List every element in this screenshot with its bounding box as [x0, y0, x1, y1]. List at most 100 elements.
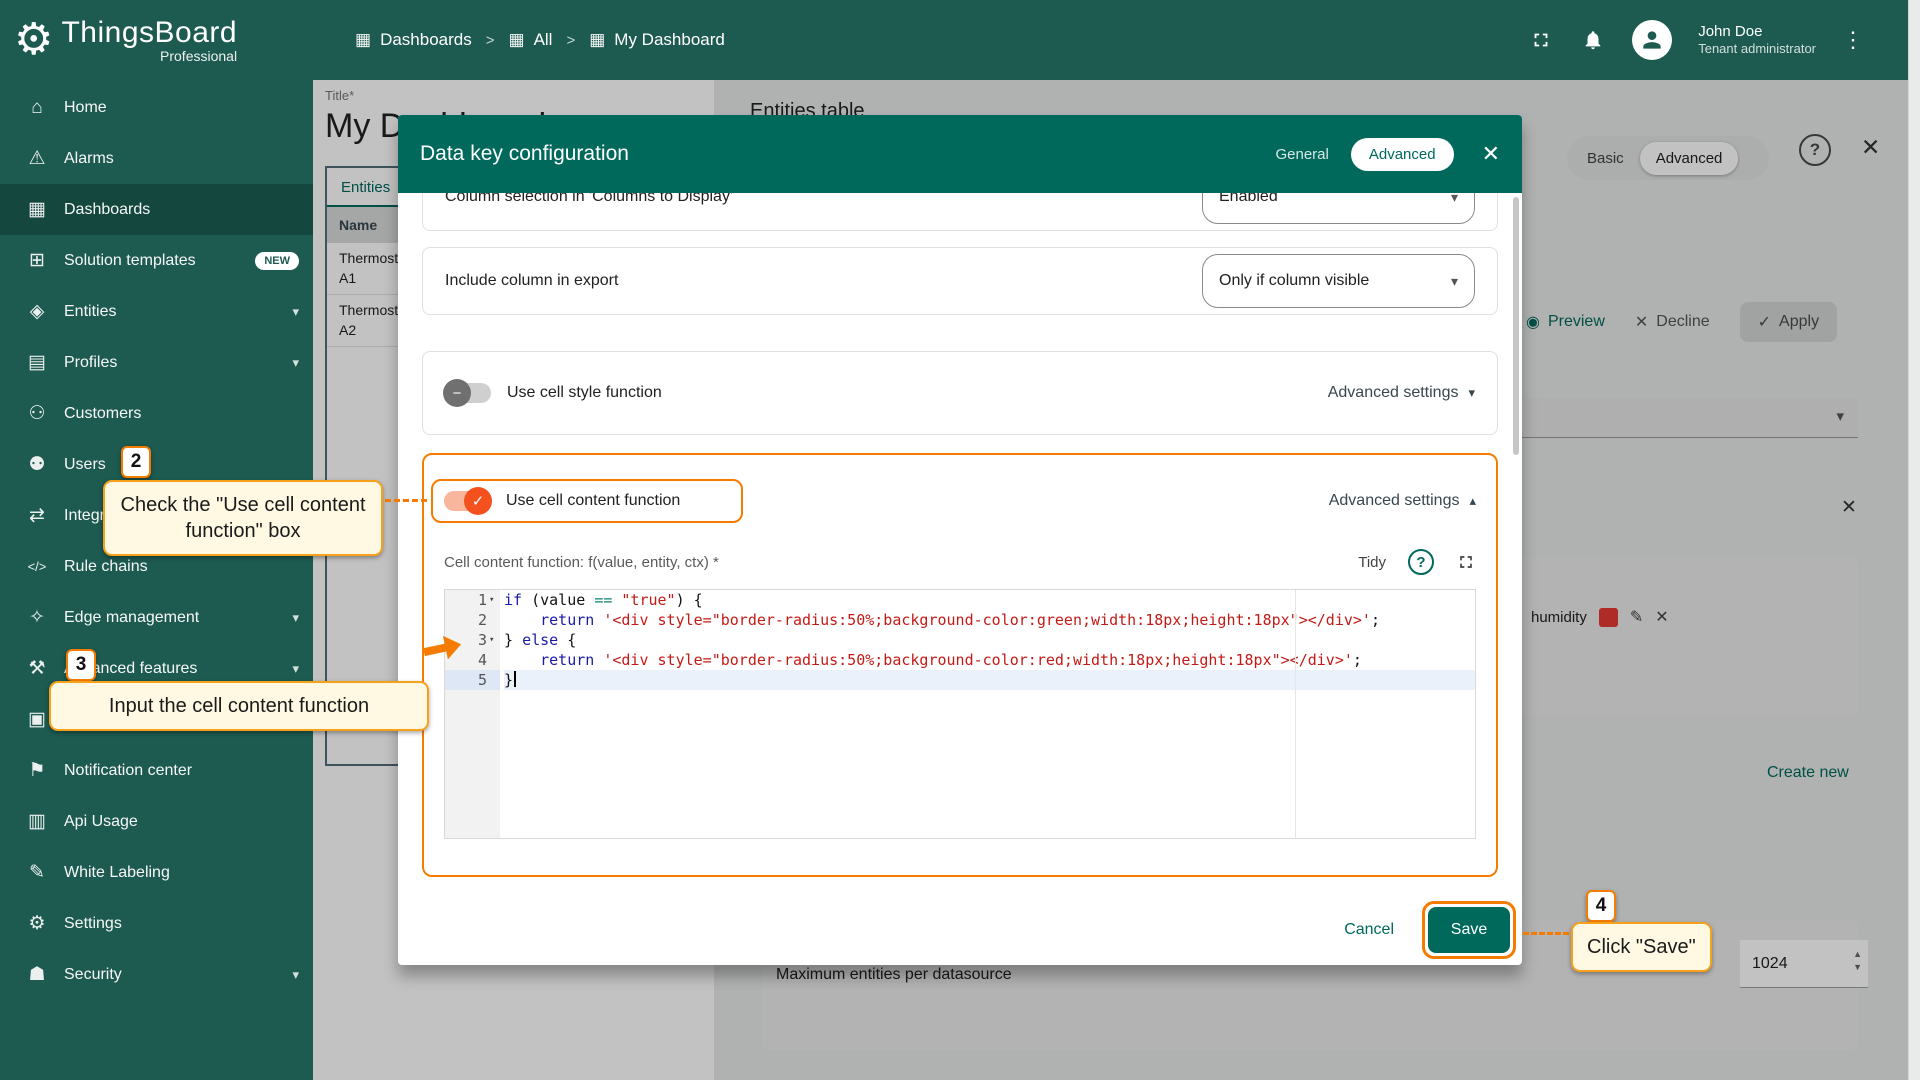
- breadcrumb-separator: >: [566, 32, 575, 49]
- dialog-header: Data key configuration General Advanced …: [398, 115, 1522, 193]
- chevron-down-icon: ▾: [1468, 385, 1475, 401]
- sidebar-item-entities[interactable]: ◈Entities▾: [0, 286, 313, 337]
- breadcrumb-dashboards[interactable]: ▦Dashboards: [355, 30, 472, 50]
- sidebar-item-home[interactable]: ⌂Home: [0, 82, 313, 133]
- dashboard-icon: ▦: [589, 30, 605, 50]
- sidebar-item-profiles[interactable]: ▤Profiles▾: [0, 337, 313, 388]
- dashboard-icon: ▦: [355, 30, 371, 50]
- data-key-configuration-dialog: Data key configuration General Advanced …: [398, 115, 1522, 965]
- thingsboard-logo-icon: ⚙: [14, 18, 53, 62]
- chevron-down-icon: ▾: [292, 304, 299, 320]
- fullscreen-icon[interactable]: [1456, 552, 1476, 572]
- sidebar-item-white-labeling[interactable]: ✎White Labeling: [0, 847, 313, 898]
- logo[interactable]: ⚙ ThingsBoard Professional: [0, 16, 313, 64]
- edge-icon: ✧: [24, 606, 50, 629]
- print-margin: [1295, 590, 1296, 838]
- code-icon: </>: [24, 559, 50, 574]
- home-icon: ⌂: [24, 97, 50, 119]
- tidy-button[interactable]: Tidy: [1358, 554, 1386, 571]
- dashboard-icon: ▦: [509, 30, 525, 50]
- step2-callout: Check the "Use cell content function" bo…: [103, 480, 383, 556]
- kebab-menu-icon[interactable]: ⋮: [1842, 27, 1864, 53]
- folder-icon: ▣: [24, 708, 50, 731]
- toggle-highlight-ring: [431, 479, 743, 523]
- step3-callout: Input the cell content function: [49, 681, 429, 731]
- breadcrumb-separator: >: [486, 32, 495, 49]
- paint-icon: ✎: [24, 861, 50, 884]
- sidebar-item-solution-templates[interactable]: ⊞Solution templatesNEW: [0, 235, 313, 286]
- dialog-body: Column selection in 'Columns to Display'…: [398, 193, 1522, 887]
- function-signature-label: Cell content function: f(value, entity, …: [444, 554, 719, 571]
- logo-title: ThingsBoard: [61, 16, 237, 50]
- chart-icon: ▥: [24, 810, 50, 833]
- column-selection-select[interactable]: Enabled ▾: [1202, 193, 1475, 224]
- step4-badge: 4: [1586, 890, 1616, 922]
- sidebar-item-security[interactable]: ☗Security▾: [0, 949, 313, 1000]
- editor-code[interactable]: if (value == "true") { return '<div styl…: [500, 590, 1475, 838]
- screen: ⚙ ThingsBoard Professional ▦Dashboards >…: [0, 0, 1920, 1080]
- close-icon[interactable]: ✕: [1482, 141, 1500, 167]
- fullscreen-icon[interactable]: [1528, 27, 1554, 53]
- toggle-off-icon[interactable]: −: [445, 383, 491, 403]
- flag-icon: ⚑: [24, 759, 50, 782]
- sidebar: ⌂Home ⚠Alarms ▦Dashboards ⊞Solution temp…: [0, 80, 313, 1080]
- new-badge: NEW: [255, 252, 299, 270]
- user-info: John Doe Tenant administrator: [1698, 23, 1816, 58]
- sidebar-item-api-usage[interactable]: ▥Api Usage: [0, 796, 313, 847]
- integration-icon: ⇄: [24, 504, 50, 527]
- shield-icon: ☗: [24, 963, 50, 986]
- sidebar-item-settings[interactable]: ⚙Settings: [0, 898, 313, 949]
- cell-style-row: − Use cell style function Advanced setti…: [422, 351, 1498, 435]
- step4-callout: Click "Save": [1571, 922, 1712, 972]
- user-name: John Doe: [1698, 23, 1816, 42]
- wrench-icon: ⚒: [24, 657, 50, 680]
- use-cell-style-toggle[interactable]: − Use cell style function: [445, 383, 662, 403]
- gear-icon: ⚙: [24, 912, 50, 935]
- app-header: ⚙ ThingsBoard Professional ▦Dashboards >…: [0, 0, 1920, 80]
- avatar[interactable]: [1632, 20, 1672, 60]
- save-button[interactable]: Save: [1428, 907, 1510, 953]
- customers-icon: ⚇: [24, 402, 50, 425]
- help-icon[interactable]: ?: [1408, 549, 1434, 575]
- user-role: Tenant administrator: [1698, 41, 1816, 57]
- dialog-title: Data key configuration: [420, 142, 629, 166]
- step2-connector: [385, 499, 427, 502]
- breadcrumb-all[interactable]: ▦All: [509, 30, 553, 50]
- sidebar-item-edge-management[interactable]: ✧Edge management▾: [0, 592, 313, 643]
- sidebar-item-customers[interactable]: ⚇Customers: [0, 388, 313, 439]
- sidebar-item-dashboards[interactable]: ▦Dashboards: [0, 184, 313, 235]
- logo-subtitle: Professional: [61, 48, 237, 64]
- tab-advanced[interactable]: Advanced: [1351, 138, 1454, 171]
- user-icon: ⚉: [24, 453, 50, 476]
- include-column-select[interactable]: Only if column visible ▾: [1202, 254, 1475, 308]
- tab-general[interactable]: General: [1275, 146, 1328, 163]
- dashboards-icon: ▦: [24, 198, 50, 221]
- breadcrumb-my-dashboard[interactable]: ▦My Dashboard: [589, 30, 725, 50]
- grid-icon: ⊞: [24, 249, 50, 272]
- chevron-up-icon: ▴: [1469, 493, 1476, 509]
- chevron-down-icon: ▾: [292, 967, 299, 983]
- column-selection-row: Column selection in 'Columns to Display'…: [422, 193, 1498, 231]
- notifications-bell-icon[interactable]: [1580, 27, 1606, 53]
- chevron-down-icon: ▾: [292, 610, 299, 626]
- chevron-down-icon: ▾: [292, 355, 299, 371]
- editor-gutter: 1▾23▾45: [445, 590, 500, 838]
- profiles-icon: ▤: [24, 351, 50, 374]
- chevron-down-icon: ▾: [1451, 273, 1458, 290]
- chevron-down-icon: ▾: [292, 661, 299, 677]
- cell-content-advanced-settings[interactable]: Advanced settings ▴: [1329, 492, 1476, 510]
- save-highlight-ring: Save: [1422, 901, 1516, 959]
- warning-icon: ⚠: [24, 147, 50, 170]
- entities-icon: ◈: [24, 300, 50, 323]
- page-scrollbar[interactable]: [1908, 0, 1920, 1080]
- dialog-footer: Cancel Save: [1344, 901, 1516, 959]
- dialog-scrollbar[interactable]: [1513, 197, 1519, 455]
- chevron-down-icon: ▾: [1451, 193, 1458, 206]
- cancel-button[interactable]: Cancel: [1344, 921, 1394, 939]
- cell-style-advanced-settings[interactable]: Advanced settings ▾: [1328, 384, 1475, 402]
- sidebar-item-alarms[interactable]: ⚠Alarms: [0, 133, 313, 184]
- include-column-row: Include column in export Only if column …: [422, 247, 1498, 315]
- sidebar-item-notification-center[interactable]: ⚑Notification center: [0, 745, 313, 796]
- code-editor[interactable]: 1▾23▾45 if (value == "true") { return '<…: [444, 589, 1476, 839]
- step3-badge: 3: [66, 649, 96, 681]
